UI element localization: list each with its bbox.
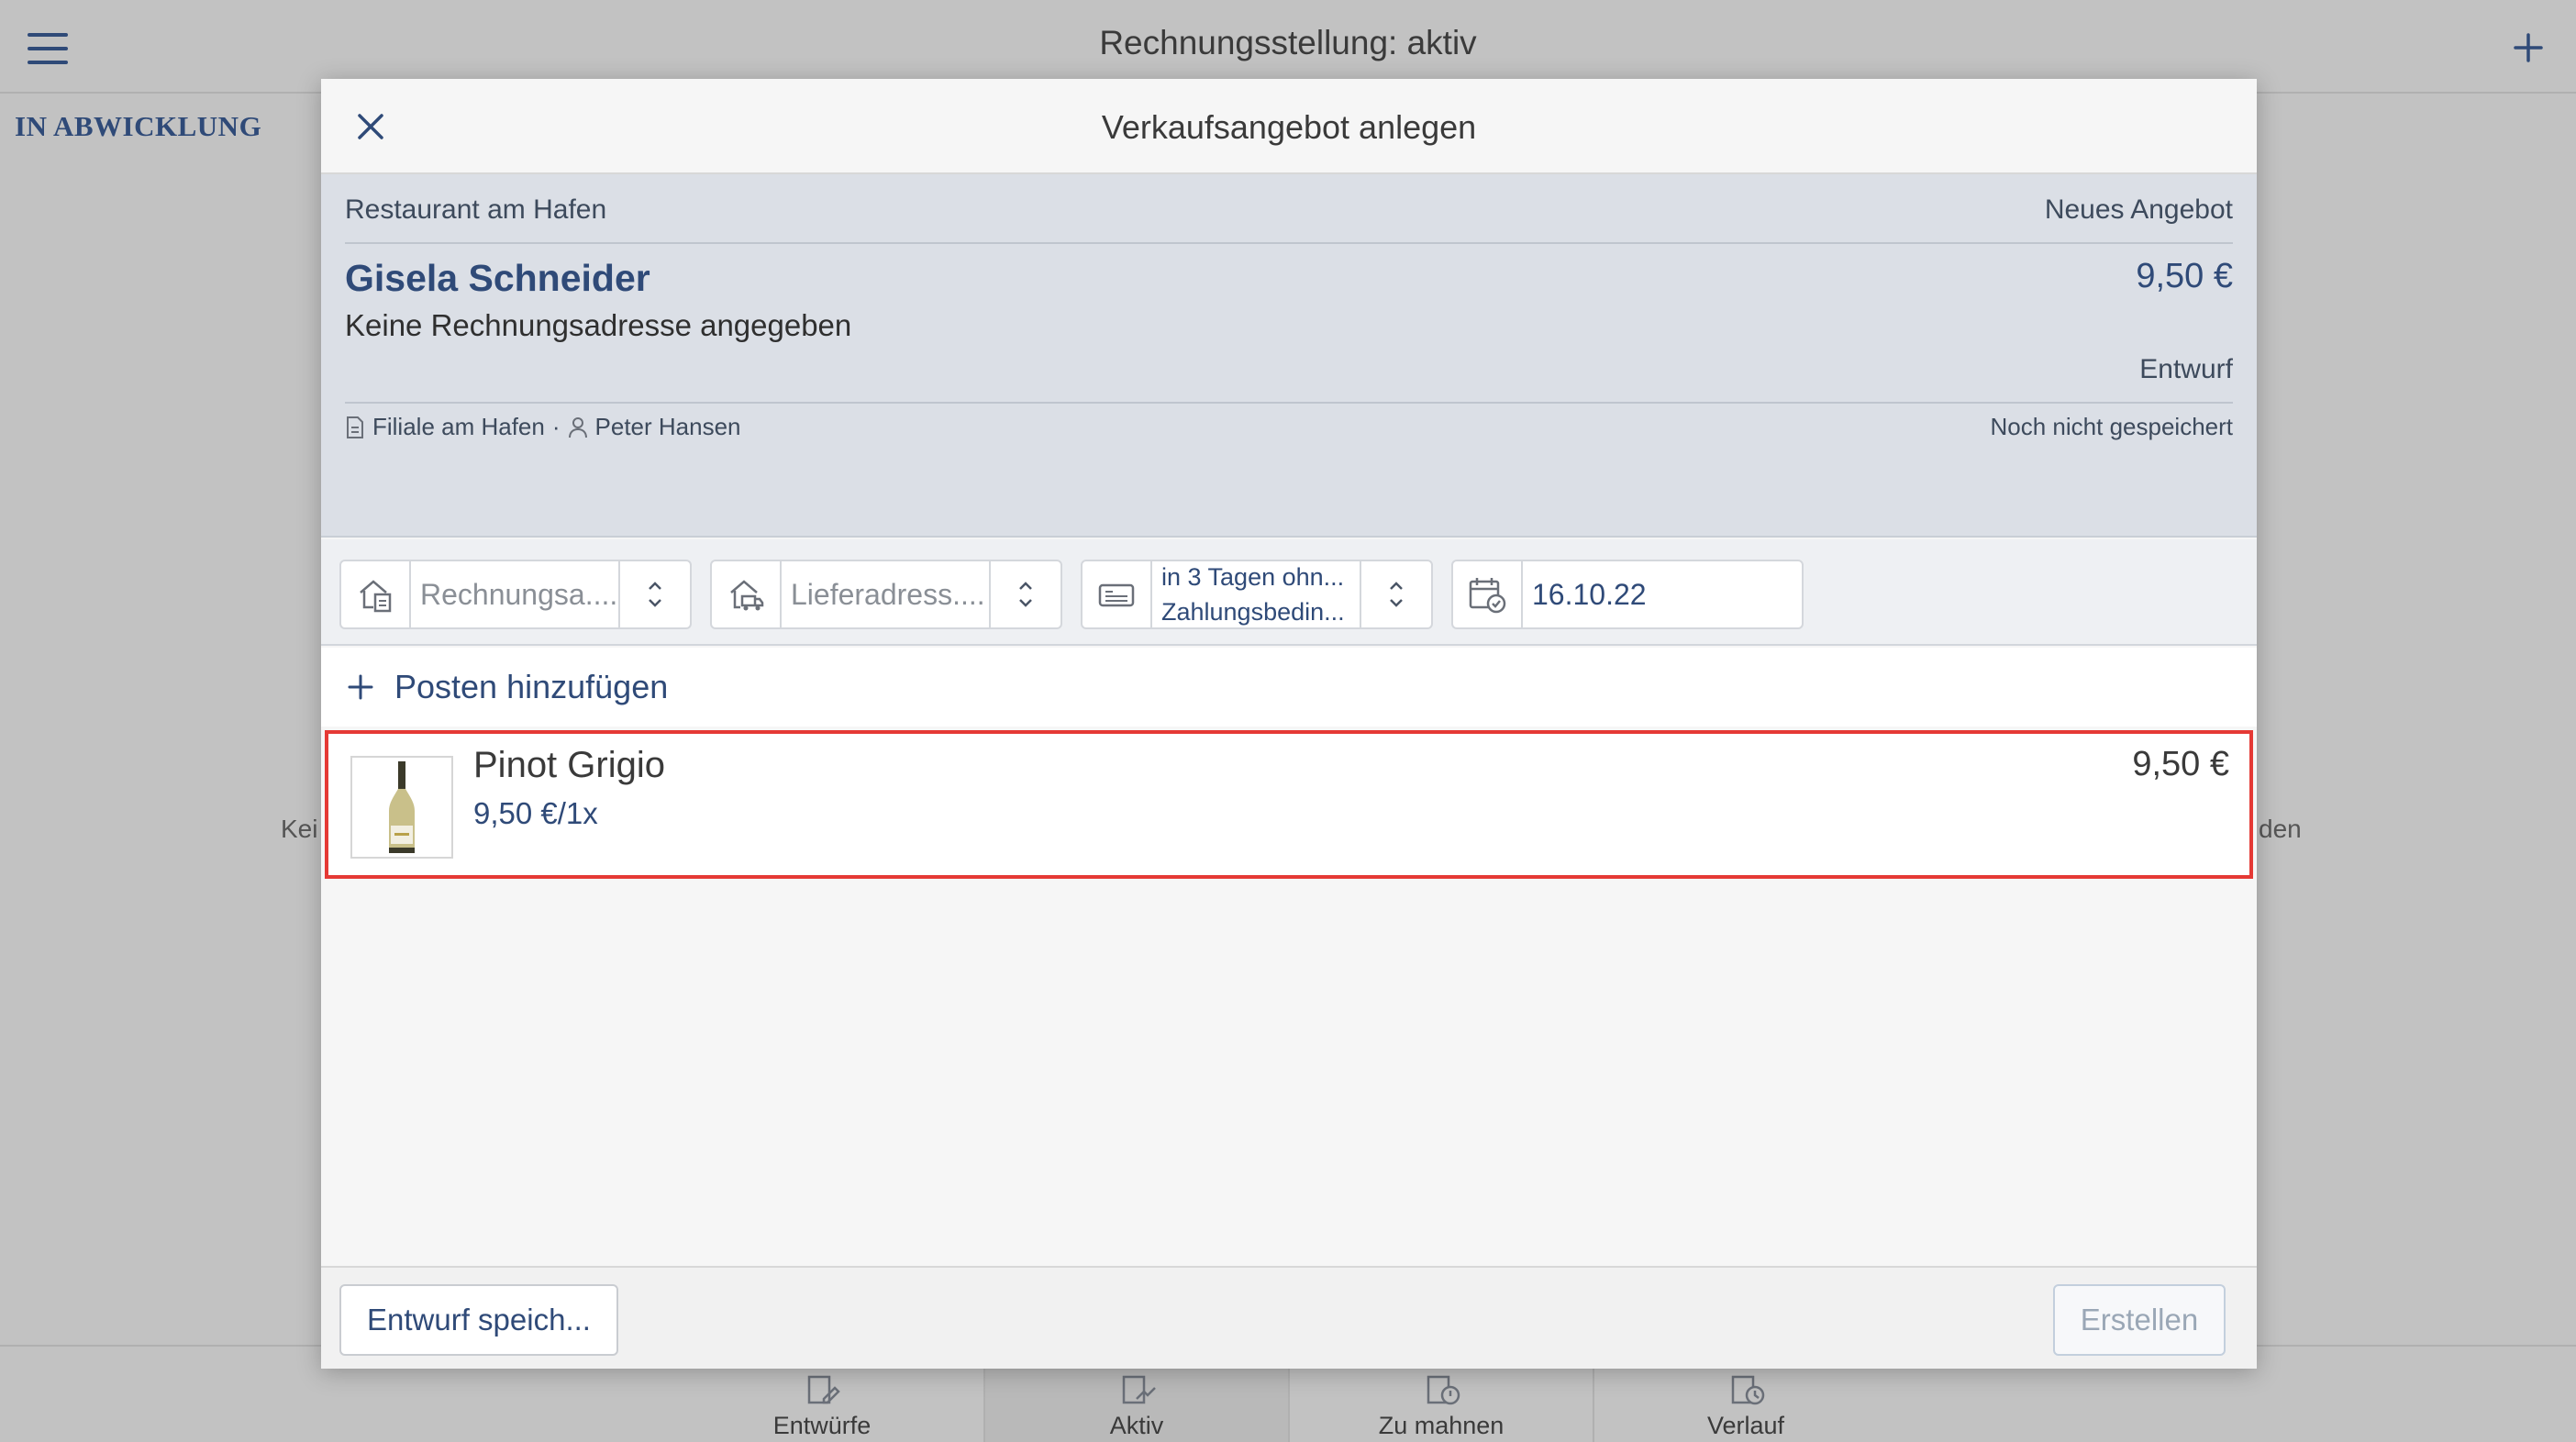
payment-terms-select[interactable]: in 3 Tagen ohn... Zahlungsbedin...: [1081, 560, 1433, 629]
tab-label: Entwürfe: [772, 1412, 872, 1439]
dialog-footer: Entwurf speich... Erstellen: [321, 1266, 2257, 1369]
tab-label: Zu mahnen: [1378, 1412, 1505, 1439]
line-item[interactable]: Pinot Grigio 9,50 €/1x 9,50 €: [325, 730, 2253, 879]
delivery-address-icon: [712, 561, 782, 627]
chevron-updown-icon: [618, 561, 690, 627]
dialog-title: Verkaufsangebot anlegen: [1101, 108, 1477, 146]
calendar-icon: [1453, 561, 1523, 627]
tab-label: Verlauf: [1706, 1412, 1785, 1439]
date-value: 16.10.22: [1532, 577, 1647, 611]
date-field[interactable]: 16.10.22: [1451, 560, 1804, 629]
billing-address-note: Keine Rechnungsadresse angegeben: [345, 308, 852, 342]
offer-label: Neues Angebot: [2044, 194, 2233, 225]
billing-address-placeholder: Rechnungsa....: [420, 577, 618, 611]
plus-icon: [347, 673, 374, 701]
meta-separator: ·: [551, 413, 561, 440]
delivery-address-select[interactable]: Lieferadress....: [710, 560, 1062, 629]
item-unit-price: 9,50 €/1x: [473, 796, 598, 830]
save-state: Noch nicht gespeichert: [1990, 413, 2233, 440]
active-invoice-icon: [1116, 1371, 1157, 1408]
offer-total: 9,50 €: [2136, 257, 2233, 295]
tab-label: Aktiv: [1109, 1412, 1164, 1439]
divider: [345, 402, 2233, 404]
add-item-button[interactable]: Posten hinzufügen: [321, 648, 2257, 727]
item-price: 9,50 €: [2132, 745, 2229, 783]
dialog-header: Verkaufsangebot anlegen: [321, 79, 2257, 174]
document-icon: [345, 416, 365, 439]
reminder-icon: [1421, 1371, 1461, 1408]
delivery-address-placeholder: Lieferadress....: [791, 577, 985, 611]
payment-terms-value: in 3 Tagen ohn... Zahlungsbedin...: [1152, 561, 1360, 627]
divider: [345, 242, 2233, 244]
create-sales-offer-dialog: Verkaufsangebot anlegen Restaurant am Ha…: [321, 79, 2257, 1369]
billing-address-select[interactable]: Rechnungsa....: [339, 560, 692, 629]
empty-state-text-left: Kei: [281, 815, 318, 843]
offer-summary: Restaurant am Hafen Neues Angebot Gisela…: [321, 174, 2257, 538]
payment-terms-icon: [1083, 561, 1152, 627]
billing-address-icon: [341, 561, 411, 627]
user-name: Peter Hansen: [594, 413, 741, 440]
offer-fields: Rechnungsa.... Lieferadress.... in 3 Tag…: [321, 539, 2257, 646]
app-title: Rechnungsstellung: aktiv: [1099, 24, 1477, 61]
add-item-label: Posten hinzufügen: [394, 668, 669, 705]
branch-name: Filiale am Hafen: [372, 413, 545, 440]
branch-user-meta: Filiale am Hafen · Peter Hansen: [345, 413, 741, 441]
user-icon: [568, 416, 588, 439]
create-button[interactable]: Erstellen: [2053, 1284, 2226, 1356]
section-label: IN ABWICKLUNG: [15, 110, 262, 142]
empty-state-text-right: den: [2259, 815, 2302, 843]
customer-name[interactable]: Gisela Schneider: [345, 257, 650, 300]
payment-terms-line2: Zahlungsbedin...: [1161, 598, 1345, 626]
save-draft-button[interactable]: Entwurf speich...: [339, 1284, 618, 1356]
chevron-updown-icon: [989, 561, 1060, 627]
wine-bottle-image: [350, 756, 453, 859]
status-badge: Entwurf: [2139, 354, 2233, 384]
payment-terms-line1: in 3 Tagen ohn...: [1161, 563, 1345, 591]
history-icon: [1726, 1371, 1766, 1408]
item-name: Pinot Grigio: [473, 745, 665, 785]
add-icon[interactable]: [2510, 29, 2547, 66]
chevron-updown-icon: [1360, 561, 1431, 627]
drafts-icon: [802, 1371, 842, 1408]
restaurant-name: Restaurant am Hafen: [345, 194, 607, 225]
